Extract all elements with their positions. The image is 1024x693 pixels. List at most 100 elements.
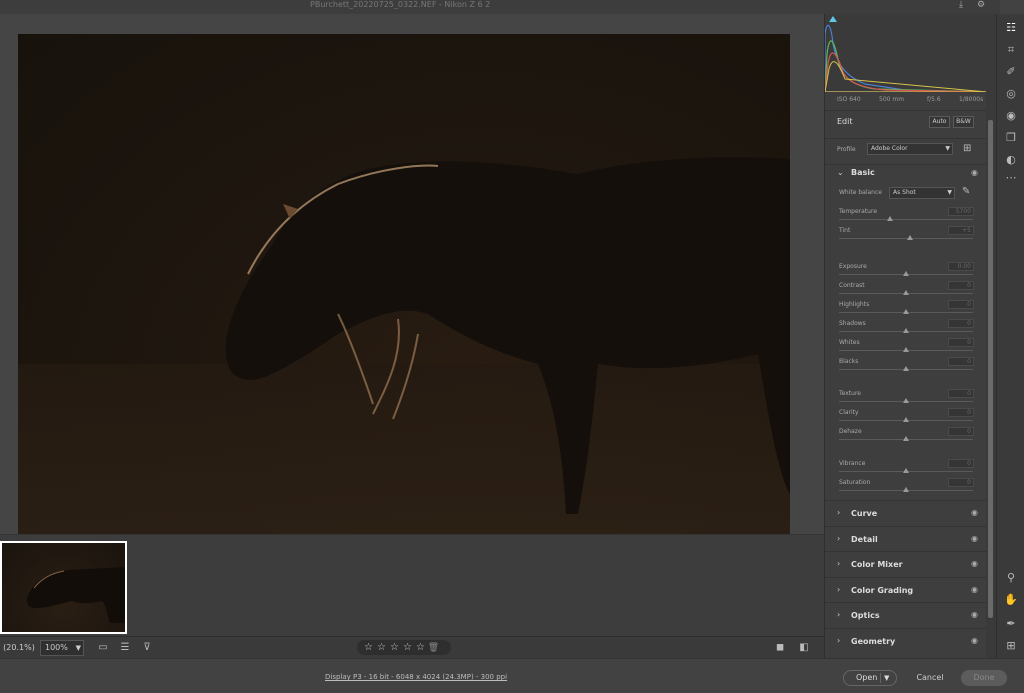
star-icon[interactable]: ☆ — [375, 640, 388, 655]
eye-icon[interactable]: ◉ — [971, 534, 978, 543]
slider-shadows[interactable]: Shadows 0 — [825, 319, 987, 338]
slider-blacks[interactable]: Blacks 0 — [825, 357, 987, 376]
eye-icon[interactable]: ◉ — [971, 636, 978, 645]
eye-icon[interactable]: ◉ — [971, 559, 978, 568]
gear-icon[interactable]: ⚙ — [975, 0, 987, 10]
slider-thumb[interactable] — [903, 417, 909, 422]
slider-thumb[interactable] — [903, 328, 909, 333]
slider-saturation[interactable]: Saturation 0 — [825, 478, 987, 497]
image-canvas[interactable] — [0, 14, 824, 547]
zoom-select[interactable]: 100% ▼ — [40, 640, 84, 656]
slider-thumb[interactable] — [903, 366, 909, 371]
filmstrip-thumbnail[interactable] — [0, 541, 127, 634]
filter-icon[interactable]: ⊽ — [139, 640, 155, 656]
slider-whites[interactable]: Whites 0 — [825, 338, 987, 357]
bw-button[interactable]: B&W — [953, 116, 974, 128]
slider-value-input[interactable]: 0.00 — [948, 262, 974, 271]
chevron-down-icon[interactable]: ▼ — [884, 671, 889, 685]
slider-tint[interactable]: Tint +5 — [825, 226, 987, 245]
eye-icon[interactable]: ◉ — [971, 508, 978, 517]
slider-thumb[interactable] — [903, 271, 909, 276]
section-color-mixer[interactable]: › Color Mixer ◉ — [825, 551, 987, 576]
slider-value-input[interactable]: 5700 — [948, 207, 974, 216]
slider-thumb[interactable] — [903, 468, 909, 473]
cancel-button[interactable]: Cancel — [910, 670, 950, 686]
star-icon[interactable]: ☆ — [362, 640, 375, 655]
slider-clarity[interactable]: Clarity 0 — [825, 408, 987, 427]
color-sampler-icon[interactable]: ✒ — [1003, 616, 1019, 632]
hand-icon[interactable]: ✋ — [1003, 592, 1019, 608]
star-icon[interactable]: ☆ — [388, 640, 401, 655]
slider-value-input[interactable]: +5 — [948, 226, 974, 235]
auto-button[interactable]: Auto — [929, 116, 950, 128]
slider-thumb[interactable] — [903, 487, 909, 492]
eye-icon[interactable]: ◉ — [971, 610, 978, 619]
slider-vibrance[interactable]: Vibrance 0 — [825, 459, 987, 478]
eyedropper-icon[interactable]: ✎ — [962, 186, 970, 197]
profile-browser-icon[interactable]: ⊞ — [963, 143, 971, 154]
more-icon[interactable]: ⋯ — [1003, 170, 1019, 186]
white-balance-select[interactable]: As Shot ▼ — [889, 187, 955, 199]
slider-thumb[interactable] — [903, 290, 909, 295]
slider-thumb[interactable] — [903, 398, 909, 403]
section-color-grading[interactable]: › Color Grading ◉ — [825, 576, 987, 602]
eye-icon[interactable]: ◉ — [971, 585, 978, 594]
slider-thumb[interactable] — [903, 309, 909, 314]
slider-exposure[interactable]: Exposure 0.00 — [825, 262, 987, 281]
grid-icon[interactable]: ⊞ — [1003, 638, 1019, 654]
section-curve[interactable]: › Curve ◉ — [825, 500, 987, 525]
slider-thumb[interactable] — [907, 235, 914, 240]
slider-contrast[interactable]: Contrast 0 — [825, 281, 987, 300]
save-icon[interactable]: ⤓ — [955, 0, 967, 10]
presets-icon[interactable]: ◐ — [1003, 152, 1019, 168]
before-after-icon[interactable]: ◧ — [796, 640, 812, 656]
zoom-fit-level[interactable]: (20.1%) — [0, 641, 38, 655]
section-detail[interactable]: › Detail ◉ — [825, 525, 987, 551]
snapshots-icon[interactable]: ❐ — [1003, 130, 1019, 146]
open-button[interactable]: Open ▼ — [843, 670, 897, 686]
scrollbar-thumb[interactable] — [988, 120, 993, 618]
profile-select[interactable]: Adobe Color ▼ — [867, 143, 953, 155]
slider-value-input[interactable]: 0 — [948, 389, 974, 398]
slider-thumb[interactable] — [886, 216, 893, 221]
filmstrip-view-icon[interactable]: ▭ — [95, 640, 111, 656]
basic-section-header[interactable]: ⌄ Basic ◉ — [825, 164, 987, 182]
eye-icon[interactable]: ◉ — [971, 168, 978, 177]
star-rating[interactable]: ☆ ☆ ☆ ☆ ☆ 🗑 — [357, 640, 451, 655]
masking-icon[interactable]: ◎ — [1003, 86, 1019, 102]
slider-value-input[interactable]: 0 — [948, 338, 974, 347]
slider-value-input[interactable]: 0 — [948, 281, 974, 290]
toggle-overlay-icon[interactable]: ◼ — [772, 640, 788, 656]
sort-icon[interactable]: ☰ — [117, 640, 133, 656]
slider-track[interactable] — [839, 238, 973, 239]
slider-value-input[interactable]: 0 — [948, 408, 974, 417]
chevron-right-icon: › — [837, 635, 841, 645]
exif-shutter: 1/8000s — [959, 96, 984, 103]
crop-icon[interactable]: ⌗ — [1003, 42, 1019, 58]
slider-value-input[interactable]: 0 — [948, 459, 974, 468]
star-icon[interactable]: ☆ — [414, 640, 427, 655]
workflow-options-link[interactable]: Display P3 - 16 bit - 6048 x 4024 (24.3M… — [325, 673, 507, 681]
slider-dehaze[interactable]: Dehaze 0 — [825, 427, 987, 446]
slider-value-input[interactable]: 0 — [948, 357, 974, 366]
panel-scrollbar[interactable] — [986, 14, 996, 658]
slider-value-input[interactable]: 0 — [948, 319, 974, 328]
slider-value-input[interactable]: 0 — [948, 427, 974, 436]
slider-track[interactable] — [839, 219, 973, 220]
done-button[interactable]: Done — [961, 670, 1007, 686]
section-optics[interactable]: › Optics ◉ — [825, 602, 987, 627]
slider-thumb[interactable] — [903, 436, 909, 441]
trash-icon[interactable]: 🗑 — [427, 641, 440, 656]
slider-texture[interactable]: Texture 0 — [825, 389, 987, 408]
healing-brush-icon[interactable]: ✐ — [1003, 64, 1019, 80]
slider-temperature[interactable]: Temperature 5700 — [825, 207, 987, 226]
slider-highlights[interactable]: Highlights 0 — [825, 300, 987, 319]
edit-sliders-icon[interactable]: ☷ — [1003, 20, 1019, 36]
star-icon[interactable]: ☆ — [401, 640, 414, 655]
section-geometry[interactable]: › Geometry ◉ — [825, 627, 987, 653]
slider-thumb[interactable] — [903, 347, 909, 352]
red-eye-icon[interactable]: ◉ — [1003, 108, 1019, 124]
slider-value-input[interactable]: 0 — [948, 478, 974, 487]
slider-value-input[interactable]: 0 — [948, 300, 974, 309]
zoom-icon[interactable]: ⚲ — [1003, 570, 1019, 586]
